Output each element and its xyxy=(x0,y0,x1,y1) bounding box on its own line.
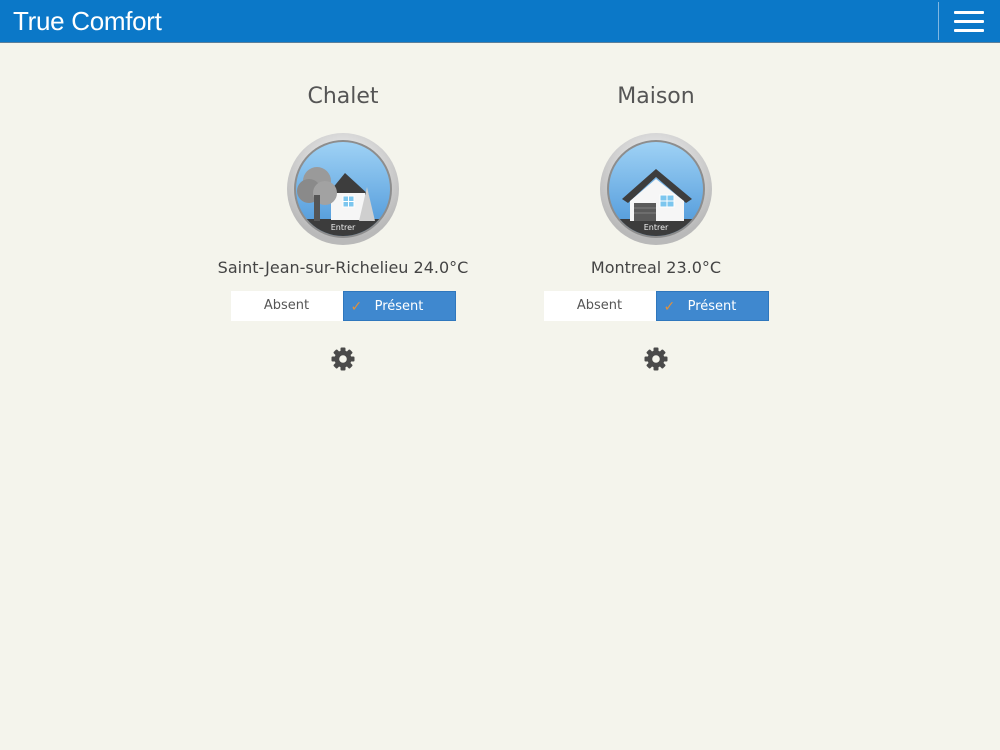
location-name: Chalet xyxy=(307,84,379,109)
absent-option[interactable]: Absent xyxy=(230,291,343,321)
menu-divider xyxy=(938,2,939,40)
present-option[interactable]: ✓ Présent xyxy=(655,291,769,321)
location-card-chalet: Chalet Entrer Saint-Jean-sur-Richelieu 2… xyxy=(193,80,493,372)
present-label: Présent xyxy=(687,299,737,314)
location-card-maison: Maison Entrer Montreal 23.0°C Absent ✓ P… xyxy=(506,80,806,372)
enter-chalet-button[interactable]: Entrer xyxy=(287,133,399,245)
presence-toggle: Absent ✓ Présent xyxy=(543,291,769,321)
absent-option[interactable]: Absent xyxy=(543,291,656,321)
checkmark-icon: ✓ xyxy=(663,299,676,315)
enter-label: Entrer xyxy=(330,223,356,232)
location-name: Maison xyxy=(617,84,695,109)
location-temperature: Montreal 23.0°C xyxy=(590,258,722,277)
top-app-bar: True Comfort xyxy=(0,0,1000,43)
present-label: Présent xyxy=(374,299,424,314)
hamburger-menu-icon[interactable] xyxy=(946,4,992,40)
location-temperature: Saint-Jean-sur-Richelieu 24.0°C xyxy=(217,258,469,277)
enter-label: Entrer xyxy=(643,223,669,232)
checkmark-icon: ✓ xyxy=(350,299,363,315)
present-option[interactable]: ✓ Présent xyxy=(342,291,456,321)
enter-maison-button[interactable]: Entrer xyxy=(600,133,712,245)
presence-toggle: Absent ✓ Présent xyxy=(230,291,456,321)
gear-icon[interactable] xyxy=(330,346,356,372)
gear-icon[interactable] xyxy=(643,346,669,372)
app-title: True Comfort xyxy=(13,6,162,36)
